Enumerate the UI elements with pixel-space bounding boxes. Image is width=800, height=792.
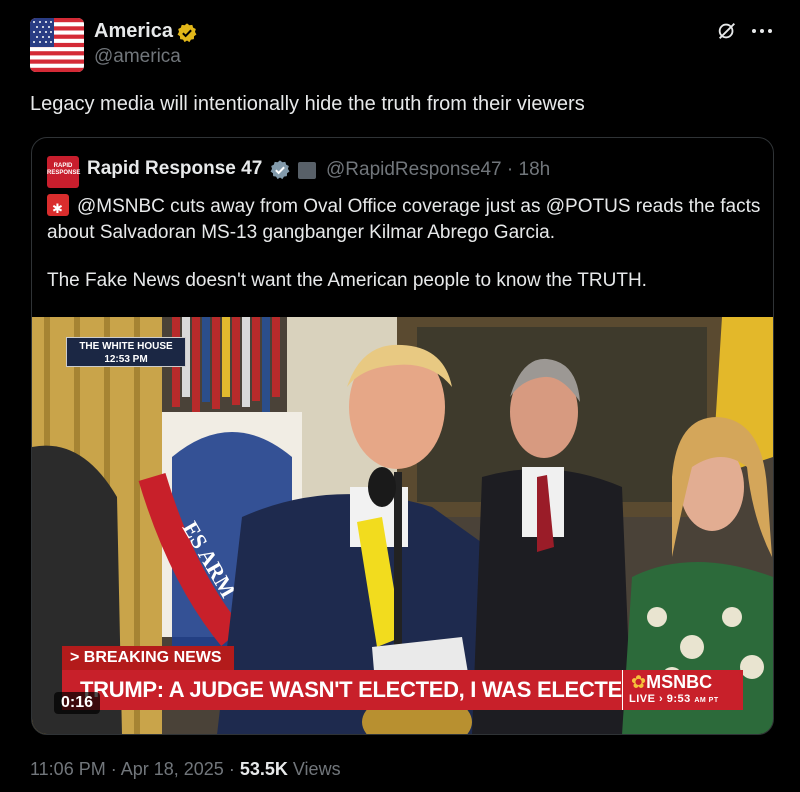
video-player[interactable]: ES ARM THE WHITE HOUSE 12:53 PM > BREAKI…: [32, 317, 773, 734]
chyron-headline: TRUMP: A JUDGE WASN'T ELECTED, I WAS ELE…: [62, 670, 638, 710]
quoted-author-name[interactable]: Rapid Response 47: [87, 158, 262, 180]
quoted-text-paragraph-1: @MSNBC cuts away from Oval Office covera…: [47, 194, 762, 246]
msnbc-logo: ✿MSNBC: [631, 672, 712, 693]
live-indicator: LIVE › 9:53 AM PT: [629, 693, 719, 705]
tweet-meta: 11:06 PM · Apr 18, 2025 · 53.5K Views: [30, 759, 341, 779]
quoted-tweet-card[interactable]: RAPID RESPONSE Rapid Response 47 @RapidR…: [31, 137, 774, 735]
author-handle[interactable]: @america: [94, 46, 181, 68]
verified-gold-badge-icon: [177, 23, 197, 43]
live-label: LIVE: [629, 693, 656, 705]
views-count: 53.5K: [239, 759, 288, 779]
quoted-text-line1: @MSNBC cuts away from Oval Office covera…: [47, 196, 761, 243]
government-building-icon: [298, 162, 316, 179]
tweet-text: Legacy media will intentionally hide the…: [30, 93, 585, 115]
views-label: Views: [292, 759, 341, 779]
peacock-icon: ✿: [631, 672, 647, 692]
quoted-author-avatar[interactable]: RAPID RESPONSE: [47, 156, 80, 188]
siren-emoji-icon: [47, 194, 69, 222]
white-house-bug: THE WHITE HOUSE 12:53 PM: [66, 337, 186, 367]
tweet-date[interactable]: Apr 18, 2025: [121, 759, 224, 779]
author-name[interactable]: America: [94, 20, 173, 43]
video-duration: 0:16: [54, 692, 101, 714]
author-avatar-flag[interactable]: [30, 18, 84, 72]
quoted-text-paragraph-2: The Fake News doesn't want the American …: [47, 270, 647, 291]
network-name: MSNBC: [646, 672, 713, 692]
more-options-icon[interactable]: [750, 20, 774, 42]
network-box: ✿MSNBC LIVE › 9:53 AM PT: [622, 670, 743, 710]
bug-title: THE WHITE HOUSE: [79, 341, 173, 352]
verified-blue-badge-icon: [270, 160, 290, 180]
bug-time: 12:53 PM: [104, 354, 148, 365]
breaking-news-label: > BREAKING NEWS: [62, 646, 234, 670]
tweet-time[interactable]: 11:06 PM: [30, 759, 106, 779]
quoted-author-handle-time[interactable]: @RapidResponse47 · 18h: [326, 159, 550, 181]
grok-icon[interactable]: [716, 20, 738, 42]
live-time: › 9:53: [659, 693, 691, 705]
live-ampm: AM PT: [694, 697, 719, 704]
